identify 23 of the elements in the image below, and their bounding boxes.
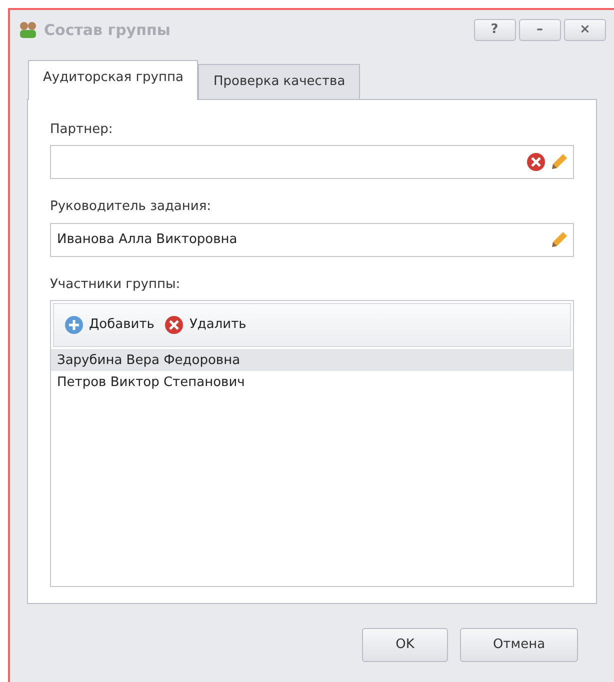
list-item[interactable]: Зарубина Вера Федоровна	[51, 349, 573, 371]
field-label: Руководитель задания:	[50, 198, 212, 216]
tab[interactable]: Аудиторская группа	[28, 60, 198, 100]
delete-button[interactable]: Удалить	[164, 315, 246, 335]
minimize-button[interactable]: –	[518, 19, 561, 41]
people-icon	[18, 21, 38, 39]
list-item[interactable]: Петров Виктор Степанович	[51, 371, 573, 393]
cancel-button[interactable]: Отмена	[460, 628, 578, 662]
input-field[interactable]: Иванова Алла Викторовна	[50, 222, 574, 256]
window-title: Состав группы	[44, 20, 170, 41]
add-icon	[64, 315, 84, 335]
clear-icon[interactable]	[526, 152, 546, 172]
tab[interactable]: Проверка качества	[198, 64, 360, 98]
list-label: Участники группы:	[50, 276, 182, 294]
close-button[interactable]: ×	[564, 19, 606, 41]
pencil-icon[interactable]	[549, 230, 569, 250]
input-field[interactable]	[50, 145, 574, 179]
pencil-icon[interactable]	[549, 152, 569, 172]
help-button[interactable]: ?	[474, 19, 516, 41]
field-label: Партнер:	[50, 120, 114, 138]
ok-button[interactable]: OK	[362, 628, 448, 662]
add-button[interactable]: Добавить	[64, 315, 154, 335]
delete-icon	[164, 315, 184, 335]
